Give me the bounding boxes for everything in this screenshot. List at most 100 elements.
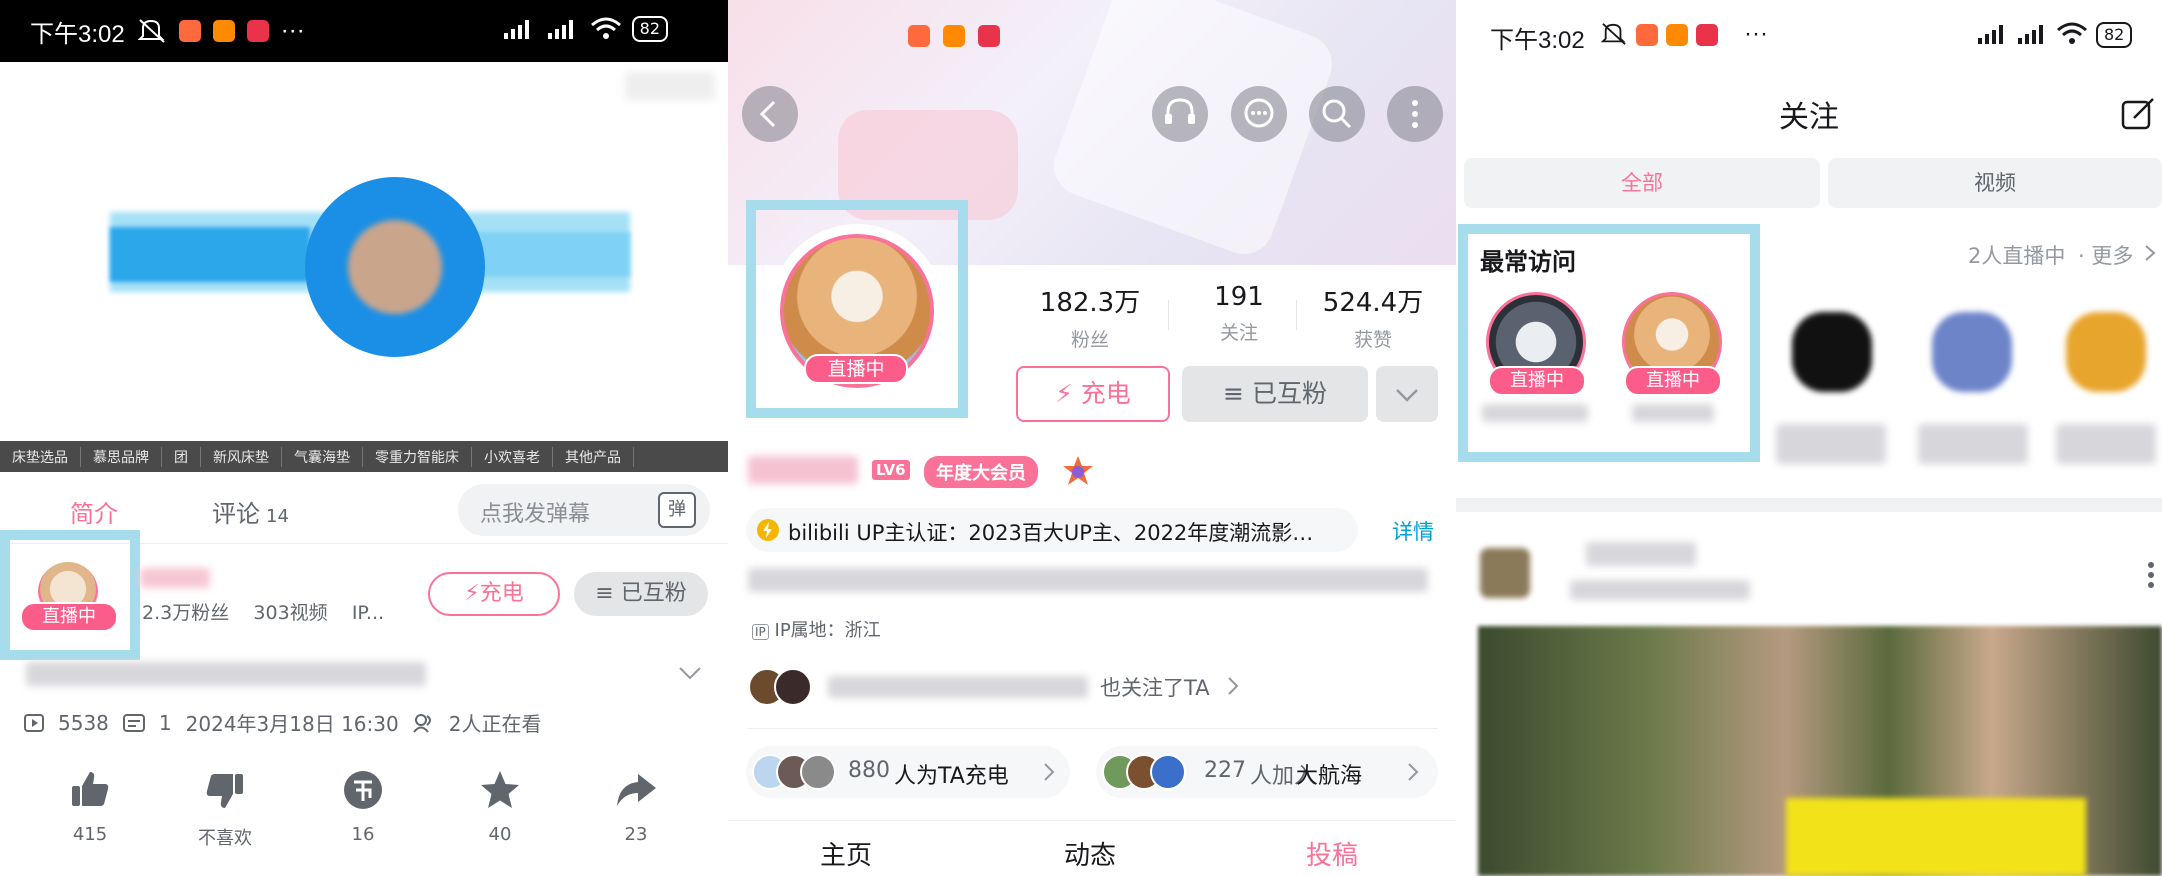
stat-following[interactable]: 191 关注 <box>1194 282 1284 345</box>
certification-detail-link[interactable]: 详情 <box>1392 516 1434 546</box>
favorite-button[interactable]: 40 <box>450 768 550 845</box>
charge-label: 充电 <box>1080 379 1131 408</box>
action-bar: 415 不喜欢 16 40 23 <box>0 768 728 868</box>
message-button[interactable] <box>1231 86 1287 142</box>
video-detail-panel: 下午3:02 ··· 82 床垫选品 慕思品牌 团 新风床垫 气囊海垫 零重力智… <box>0 0 728 876</box>
dislike-button[interactable]: 不喜欢 <box>175 768 275 850</box>
mutual-label: 已互粉 <box>1251 379 1327 408</box>
tab-home[interactable]: 主页 <box>820 835 872 872</box>
tab-intro[interactable]: 简介 <box>70 494 118 529</box>
coin-icon <box>344 771 382 809</box>
chevron-down-icon[interactable] <box>678 664 702 682</box>
space-tabs: 主页 动态 投稿 <box>728 820 1456 876</box>
live-label: 直播中 <box>42 606 96 627</box>
tab-uploads[interactable]: 投稿 <box>1306 835 1358 872</box>
frequent-user-avatar[interactable] <box>1792 312 1872 392</box>
segment-all[interactable]: 全部 <box>1464 158 1820 208</box>
chevron-right-icon <box>2145 245 2156 261</box>
live-label-2: 直播中 <box>1646 370 1700 391</box>
live-badge[interactable]: 直播中 <box>1624 366 1722 396</box>
danmaku-count-icon <box>122 713 145 732</box>
vertical-dots-icon[interactable] <box>2146 560 2156 590</box>
frequent-user-avatar[interactable] <box>2066 312 2146 392</box>
watermark <box>625 72 715 100</box>
stat-fans[interactable]: 182.3万 粉丝 <box>1030 282 1150 352</box>
live-badge[interactable]: 直播中 <box>20 602 118 632</box>
mutual-followers-row[interactable]: 也关注了TA <box>748 664 1438 706</box>
live-badge[interactable]: 直播中 <box>804 354 908 384</box>
search-button[interactable] <box>1309 86 1365 142</box>
level-badge: LV6 <box>872 460 910 480</box>
live-badge[interactable]: 直播中 <box>1488 366 1586 396</box>
ad-item[interactable]: 床垫选品 <box>0 446 81 467</box>
frequent-user-avatar[interactable] <box>1932 312 2012 392</box>
share-arrow-icon <box>617 774 656 806</box>
app-notification-icon <box>178 20 201 42</box>
ad-item[interactable]: 零重力智能床 <box>363 446 472 467</box>
more-link[interactable]: · 更多 <box>2078 240 2133 270</box>
vip-badge[interactable]: 年度大会员 <box>924 456 1038 488</box>
follow-feed-panel: 下午3:02 ··· 82 关注 全部 视频 最常访问 2人直播中 · 更多 直… <box>1456 0 2162 876</box>
also-follow-text: 也关注了TA <box>1100 676 1210 700</box>
app-notification-icon <box>908 25 930 47</box>
ad-item[interactable]: 慕思品牌 <box>81 446 162 467</box>
stat-likes[interactable]: 524.4万 获赞 <box>1308 282 1438 352</box>
status-bar: 下午3:02 ··· 82 <box>1456 0 2162 70</box>
frequent-user-name-redacted <box>1776 424 1886 464</box>
thumbs-down-icon <box>206 774 243 808</box>
signal-icon <box>2018 25 2043 44</box>
feed-author-name-redacted <box>1586 542 1696 566</box>
uploader-ip: IP... <box>351 602 385 624</box>
video-title-redacted <box>26 662 426 686</box>
segment-video[interactable]: 视频 <box>1828 158 2162 208</box>
ad-item[interactable]: 小欢喜老 <box>472 446 553 467</box>
back-button[interactable] <box>742 86 798 142</box>
share-button[interactable]: 23 <box>586 768 686 845</box>
frequent-user-name-redacted <box>1918 424 2028 464</box>
signal-icon <box>1978 25 2003 44</box>
star-icon <box>481 771 519 808</box>
charge-button[interactable]: ⚡ 充电 <box>1016 366 1170 422</box>
certification-text: bilibili UP主认证：2023百大UP主、2022年度潮流影… <box>788 521 1314 545</box>
dropdown-button[interactable] <box>1376 366 1438 422</box>
feed-author-avatar[interactable] <box>1480 548 1530 598</box>
guard-row[interactable]: 227 人加入 大航海 <box>1096 746 1438 798</box>
ad-item[interactable]: 团 <box>162 446 201 467</box>
thumbs-up-icon <box>72 772 109 806</box>
tab-comments-label: 评论 <box>212 500 260 528</box>
frequent-user-name-redacted <box>1632 404 1714 422</box>
user-space-panel: 直播中 182.3万 粉丝 191 关注 524.4万 获赞 ⚡ 充电 ≡ 已互… <box>728 0 1456 876</box>
certification-bar[interactable]: bilibili UP主认证：2023百大UP主、2022年度潮流影… <box>746 508 1358 552</box>
product-ad-strip[interactable]: 床垫选品 慕思品牌 团 新风床垫 气囊海垫 零重力智能床 小欢喜老 其他产品 <box>0 441 728 472</box>
customer-service-button[interactable] <box>1152 86 1208 142</box>
more-button[interactable] <box>1387 86 1443 142</box>
mute-icon <box>1600 23 1626 45</box>
favorite-count: 40 <box>488 824 512 845</box>
wifi-icon <box>590 17 621 39</box>
coin-button[interactable]: 16 <box>313 768 413 845</box>
frequent-user-name-redacted <box>2056 424 2156 464</box>
charge-fans-row[interactable]: 880 人为TA充电 <box>746 746 1070 798</box>
danmaku-input[interactable]: 点我发弹幕 弹 <box>458 484 710 536</box>
ad-item[interactable]: 新风床垫 <box>201 446 282 467</box>
uploader-videos: 303视频 <box>253 602 328 624</box>
play-count-icon <box>24 713 44 732</box>
battery-indicator: 82 <box>2096 22 2133 48</box>
ad-item[interactable]: 其他产品 <box>553 446 634 467</box>
ad-item[interactable]: 气囊海垫 <box>282 446 363 467</box>
mutual-follow-button[interactable]: ≡ 已互粉 <box>1182 366 1368 422</box>
lightning-badge-icon <box>757 519 779 541</box>
like-button[interactable]: 415 <box>40 768 140 845</box>
tab-comments[interactable]: 评论 14 <box>212 494 289 529</box>
danmaku-toggle-icon[interactable]: 弹 <box>658 492 696 528</box>
charge-button[interactable]: ⚡充电 <box>428 572 560 616</box>
wifi-icon <box>2057 22 2087 44</box>
video-player[interactable] <box>0 62 728 472</box>
menu-lines-icon: ≡ <box>595 581 621 606</box>
edit-icon[interactable] <box>2120 96 2156 132</box>
mutual-follow-button[interactable]: ≡ 已互粉 <box>574 572 708 616</box>
status-time: 下午3:02 <box>30 20 125 48</box>
tab-dynamics[interactable]: 动态 <box>1064 835 1116 872</box>
medal-icon[interactable] <box>1060 454 1096 490</box>
battery-indicator: 82 <box>631 16 668 42</box>
